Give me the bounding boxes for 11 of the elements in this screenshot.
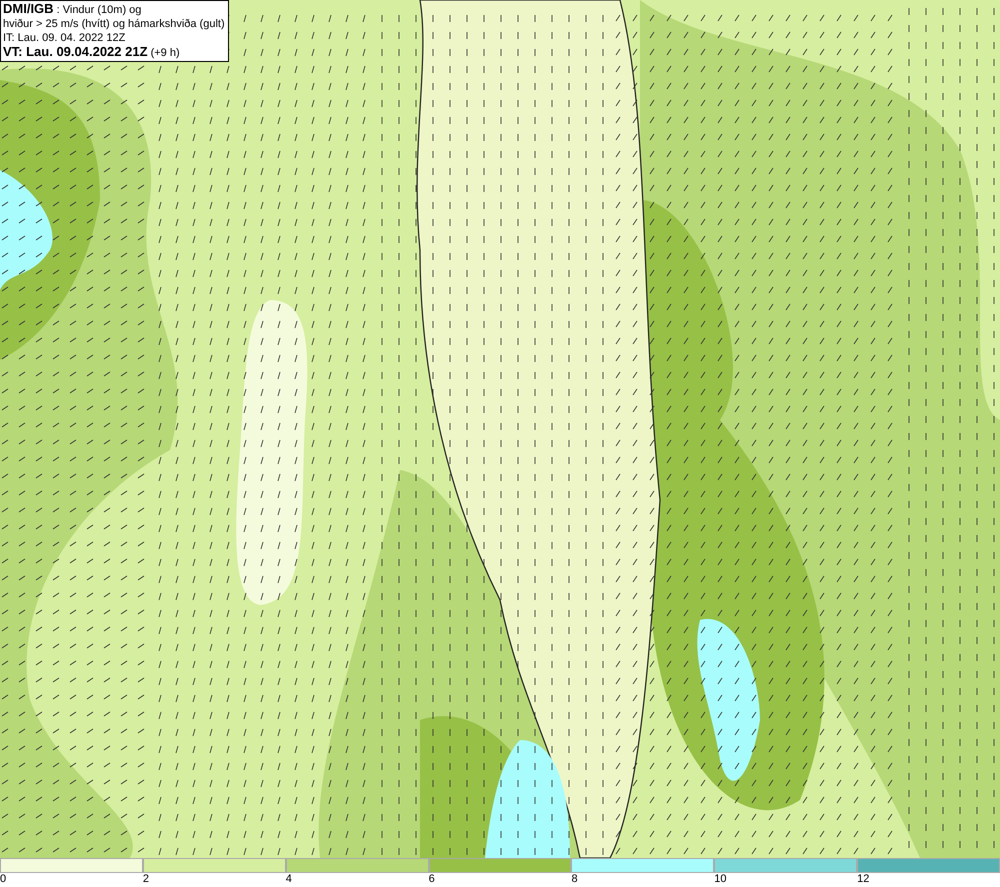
legend-label: 8 bbox=[571, 873, 578, 886]
legend-label: 6 bbox=[428, 873, 435, 886]
legend-label: 12 bbox=[857, 873, 870, 886]
legend-label: 0 bbox=[0, 873, 6, 886]
legend-label: 10 bbox=[714, 873, 727, 886]
legend-label: 4 bbox=[286, 873, 292, 886]
legend-label: 2 bbox=[142, 873, 149, 886]
caption-line: DMI/IGB : Vindur (10m) og bbox=[3, 2, 142, 17]
caption-line: hviður > 25 m/s (hvítt) og hámarkshviða (gult) bbox=[3, 17, 225, 31]
caption-line: VT: Lau. 09.04.2022 21Z (+9 h) bbox=[3, 45, 181, 60]
caption-line: IT: Lau. 09. 04. 2022 12Z bbox=[3, 31, 126, 45]
